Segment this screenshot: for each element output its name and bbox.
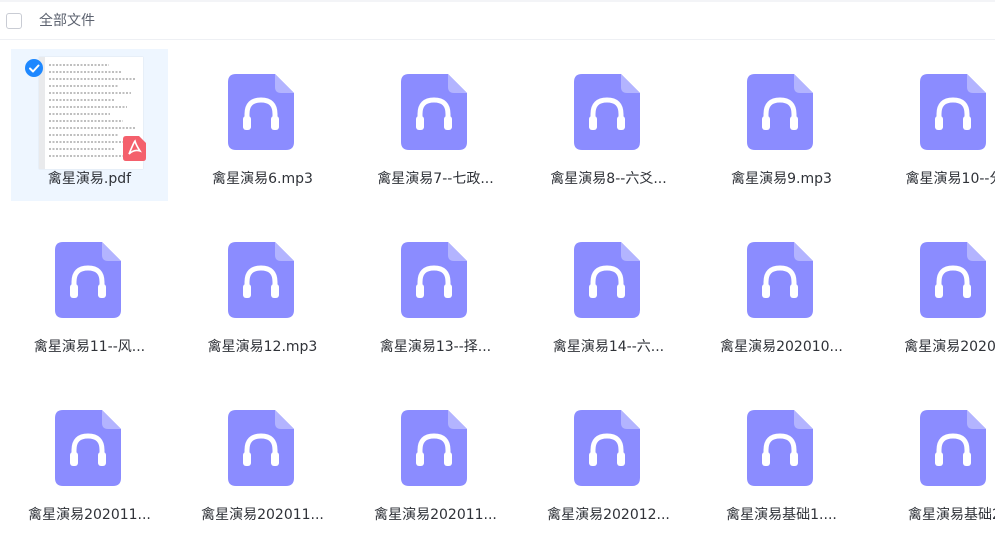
file-name-label: 禽星演易基础2 bbox=[908, 507, 995, 523]
breadcrumb-all-files[interactable]: 全部文件 bbox=[39, 12, 95, 30]
audio-file-icon bbox=[401, 410, 467, 486]
audio-file-icon bbox=[747, 74, 813, 150]
file-name-label: 禽星演易202011... bbox=[201, 507, 324, 523]
file-item[interactable]: 禽星演易20201 bbox=[876, 217, 995, 369]
audio-file-icon bbox=[920, 74, 986, 150]
file-name-label: 禽星演易202012... bbox=[547, 507, 670, 523]
toolbar: 全部文件 bbox=[0, 0, 995, 40]
file-item[interactable]: 禽星演易202011... bbox=[11, 385, 168, 537]
file-name-label: 禽星演易12.mp3 bbox=[207, 339, 318, 355]
top-divider bbox=[0, 0, 995, 2]
audio-file-icon bbox=[574, 74, 640, 150]
audio-file-icon bbox=[747, 242, 813, 318]
file-item[interactable]: 禽星演易基础1.... bbox=[703, 385, 860, 537]
audio-file-icon bbox=[401, 74, 467, 150]
file-item[interactable]: 禽星演易14--六... bbox=[530, 217, 687, 369]
file-name-label: 禽星演易14--六... bbox=[552, 339, 665, 355]
file-name-label: 禽星演易11--风... bbox=[33, 339, 146, 355]
file-item[interactable]: 禽星演易基础2 bbox=[876, 385, 995, 537]
audio-file-icon bbox=[401, 242, 467, 318]
file-item[interactable]: 禽星演易202011... bbox=[184, 385, 341, 537]
file-name-label: 禽星演易10--分 bbox=[905, 171, 995, 187]
file-item[interactable]: 禽星演易202011... bbox=[357, 385, 514, 537]
file-item[interactable]: 禽星演易12.mp3 bbox=[184, 217, 341, 369]
audio-file-icon bbox=[55, 242, 121, 318]
file-item-pdf[interactable]: 禽星演易.pdf bbox=[11, 49, 168, 201]
file-name-label: 禽星演易20201 bbox=[904, 339, 995, 355]
select-all-checkbox[interactable] bbox=[6, 13, 22, 29]
audio-file-icon bbox=[920, 242, 986, 318]
audio-file-icon bbox=[228, 410, 294, 486]
file-name-label: 禽星演易7--七政... bbox=[377, 171, 494, 187]
file-name-label: 禽星演易202011... bbox=[28, 507, 151, 523]
file-item[interactable]: 禽星演易9.mp3 bbox=[703, 49, 860, 201]
audio-file-icon bbox=[574, 410, 640, 486]
file-name-label: 禽星演易8--六爻... bbox=[550, 171, 667, 187]
audio-file-icon bbox=[228, 242, 294, 318]
pdf-badge-icon bbox=[123, 136, 146, 161]
audio-file-icon bbox=[55, 410, 121, 486]
file-item[interactable]: 禽星演易10--分 bbox=[876, 49, 995, 201]
audio-file-icon bbox=[228, 74, 294, 150]
audio-file-icon bbox=[747, 410, 813, 486]
file-item[interactable]: 禽星演易202010... bbox=[703, 217, 860, 369]
file-name-label: 禽星演易9.mp3 bbox=[731, 171, 832, 187]
selected-check-icon[interactable] bbox=[25, 59, 43, 77]
file-item[interactable]: 禽星演易7--七政... bbox=[357, 49, 514, 201]
file-name-label: 禽星演易6.mp3 bbox=[212, 171, 313, 187]
file-item[interactable]: 禽星演易13--择... bbox=[357, 217, 514, 369]
file-name-label: 禽星演易基础1.... bbox=[726, 507, 837, 523]
file-item[interactable]: 禽星演易6.mp3 bbox=[184, 49, 341, 201]
file-grid: 禽星演易.pdf 禽星演易6.mp3 禽星演易7--七政... 禽星演易8--六… bbox=[0, 40, 995, 549]
audio-file-icon bbox=[920, 410, 986, 486]
file-name-label: 禽星演易13--择... bbox=[379, 339, 492, 355]
file-item[interactable]: 禽星演易202012... bbox=[530, 385, 687, 537]
file-name-label: 禽星演易202011... bbox=[374, 507, 497, 523]
file-item[interactable]: 禽星演易11--风... bbox=[11, 217, 168, 369]
audio-file-icon bbox=[574, 242, 640, 318]
file-name-label: 禽星演易.pdf bbox=[47, 171, 132, 187]
file-item[interactable]: 禽星演易8--六爻... bbox=[530, 49, 687, 201]
file-name-label: 禽星演易202010... bbox=[720, 339, 843, 355]
